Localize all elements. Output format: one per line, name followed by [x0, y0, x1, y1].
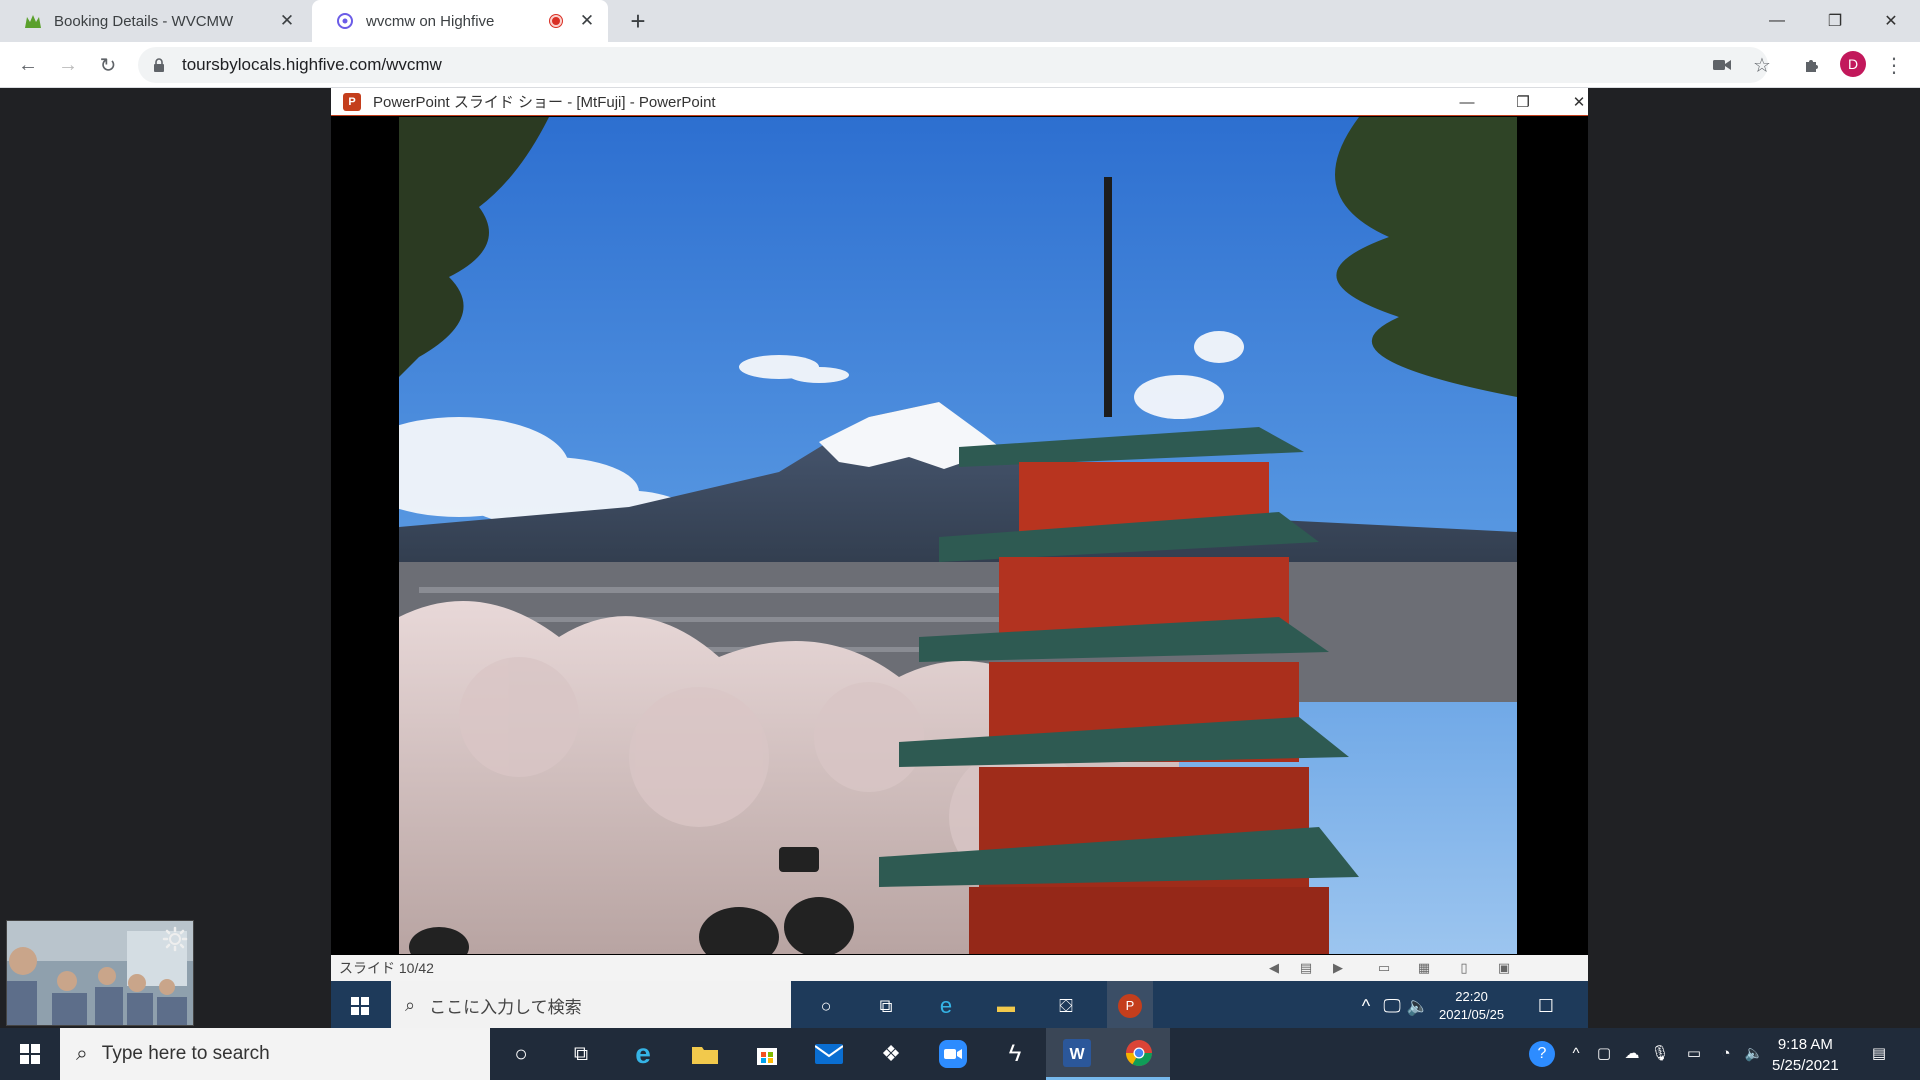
search-icon: ⌕ — [405, 995, 416, 1015]
tab-strip: Booking Details - WVCMW ✕ wvcmw on Highf… — [0, 0, 1920, 42]
remote-search-box[interactable]: ⌕ ここに入力して検索 — [391, 981, 791, 1030]
tab-booking-details[interactable]: Booking Details - WVCMW ✕ — [0, 0, 308, 42]
cortana-icon[interactable]: ○ — [811, 991, 841, 1021]
restore-button[interactable]: ❐ — [1503, 88, 1543, 116]
onedrive-icon[interactable]: ☁ — [1621, 1042, 1643, 1064]
task-view-icon[interactable]: ⧉ — [871, 991, 901, 1021]
restore-button[interactable]: ❐ — [1806, 0, 1864, 42]
powerpoint-titlebar: P PowerPoint スライド ショー - [MtFuji] - Power… — [331, 88, 1588, 116]
back-icon[interactable]: ← — [14, 51, 42, 79]
search-icon: ⌕ — [76, 1042, 88, 1065]
windows-taskbar: ⌕ Type here to search ○ ⧉ e ❖ ϟ W ? ^ ▢ … — [0, 1028, 1920, 1080]
remote-clock[interactable]: 22:20 2021/05/25 — [1439, 988, 1504, 1024]
remote-taskbar: ⌕ ここに入力して検索 ○ ⧉ e ▬ ⛋ P ^ 🖵 🔈 22:20 2021… — [331, 981, 1588, 1030]
tab-title: Booking Details - WVCMW — [54, 12, 234, 30]
browser-toolbar: ← → ↻ toursbylocals.highfive.com/wvcmw ☆… — [0, 42, 1920, 88]
tray-chevron-icon[interactable]: ^ — [1565, 1042, 1587, 1064]
start-icon[interactable] — [345, 991, 375, 1021]
highfive-icon — [336, 12, 354, 30]
wifi-icon[interactable]: ◔ — [1715, 1042, 1737, 1064]
chrome-icon[interactable] — [1108, 1028, 1170, 1080]
lock-icon[interactable] — [152, 58, 166, 72]
close-tab-icon[interactable]: ✕ — [276, 10, 298, 32]
next-slide-icon[interactable]: ▶ — [1329, 959, 1347, 977]
dropbox-icon[interactable]: ❖ — [860, 1028, 922, 1080]
remote-date: 2021/05/25 — [1439, 1007, 1505, 1022]
microphone-icon[interactable]: 🎙 — [1649, 1042, 1671, 1064]
slide-sorter-icon[interactable]: ▦ — [1415, 959, 1433, 977]
close-tab-icon[interactable]: ✕ — [576, 10, 598, 32]
battery-icon[interactable]: ▭ — [1683, 1042, 1705, 1064]
slideshow-view-icon[interactable]: ▣ — [1495, 959, 1513, 977]
start-button[interactable] — [0, 1028, 60, 1080]
bookmark-star-icon[interactable]: ☆ — [1748, 51, 1776, 79]
new-tab-button[interactable]: + — [624, 6, 652, 36]
camera-icon[interactable] — [1708, 51, 1736, 79]
cortana-icon[interactable]: ○ — [490, 1028, 552, 1080]
recording-icon — [550, 15, 562, 27]
svg-text:W: W — [1069, 1046, 1085, 1063]
search-placeholder: Type here to search — [101, 1043, 270, 1064]
tab-highfive[interactable]: wvcmw on Highfive ✕ — [312, 0, 608, 42]
address-bar[interactable]: toursbylocals.highfive.com/wvcmw — [138, 47, 1768, 83]
action-center-icon[interactable]: ▤ — [1868, 1042, 1890, 1064]
previous-slide-icon[interactable]: ◀ — [1265, 959, 1283, 977]
forward-icon[interactable]: → — [54, 51, 82, 79]
system-clock[interactable]: 9:18 AM 5/25/2021 — [1772, 1034, 1839, 1076]
powerpoint-title: PowerPoint スライド ショー - [MtFuji] - PowerPo… — [373, 94, 716, 111]
slide-menu-icon[interactable]: ▤ — [1297, 959, 1315, 977]
edge-icon[interactable]: e — [612, 1028, 674, 1080]
zoom-icon[interactable] — [922, 1028, 984, 1080]
minimize-button[interactable]: — — [1748, 0, 1806, 42]
normal-view-icon[interactable]: ▭ — [1375, 959, 1393, 977]
help-icon[interactable]: ? — [1528, 1040, 1556, 1068]
file-explorer-icon[interactable]: ▬ — [991, 991, 1021, 1021]
word-icon[interactable]: W — [1046, 1028, 1108, 1080]
edge-icon[interactable]: e — [931, 991, 961, 1021]
powerpoint-taskbar-icon[interactable]: P — [1107, 981, 1153, 1030]
system-time: 9:18 AM — [1777, 1036, 1833, 1053]
search-placeholder: ここに入力して検索 — [429, 998, 582, 1017]
powerpoint-icon: P — [343, 92, 361, 111]
mail-icon[interactable] — [798, 1028, 860, 1080]
minimize-button[interactable]: — — [1447, 88, 1487, 116]
taskbar-search-box[interactable]: ⌕ Type here to search — [60, 1028, 490, 1080]
reading-view-icon[interactable]: ▯ — [1455, 959, 1473, 977]
store-icon[interactable] — [736, 1028, 798, 1080]
extensions-icon[interactable] — [1798, 51, 1826, 79]
powerpoint-window: P PowerPoint スライド ショー - [MtFuji] - Power… — [331, 88, 1588, 1030]
profile-avatar[interactable]: D — [1840, 51, 1866, 77]
file-explorer-icon[interactable] — [674, 1028, 736, 1080]
url-text: toursbylocals.highfive.com/wvcmw — [182, 55, 442, 74]
reload-icon[interactable]: ↻ — [94, 51, 122, 79]
meet-now-icon[interactable]: ▢ — [1593, 1042, 1615, 1064]
slide-image — [399, 117, 1517, 954]
app-lightning-icon[interactable]: ϟ — [984, 1028, 1046, 1080]
volume-icon[interactable]: 🔈 — [1403, 991, 1433, 1021]
tab-title: wvcmw on Highfive — [366, 12, 495, 30]
remote-time: 22:20 — [1455, 989, 1488, 1004]
gear-icon[interactable] — [156, 920, 194, 958]
menu-icon[interactable]: ⋮ — [1880, 51, 1908, 79]
notification-icon[interactable]: ☐ — [1531, 991, 1561, 1021]
close-window-button[interactable]: ✕ — [1862, 0, 1920, 42]
volume-icon[interactable]: 🔈 — [1743, 1042, 1765, 1064]
close-button[interactable]: ✕ — [1559, 88, 1599, 116]
windows-icon — [20, 1044, 40, 1064]
system-date: 5/25/2021 — [1772, 1057, 1839, 1074]
slide-counter: スライド 10/42 — [339, 960, 434, 976]
powerpoint-statusbar: スライド 10/42 ◀ ▤ ▶ ▭ ▦ ▯ ▣ — [331, 955, 1588, 981]
toursbylocals-icon — [24, 12, 42, 30]
task-view-icon[interactable]: ⧉ — [550, 1028, 612, 1080]
store-icon[interactable]: ⛋ — [1051, 991, 1081, 1021]
